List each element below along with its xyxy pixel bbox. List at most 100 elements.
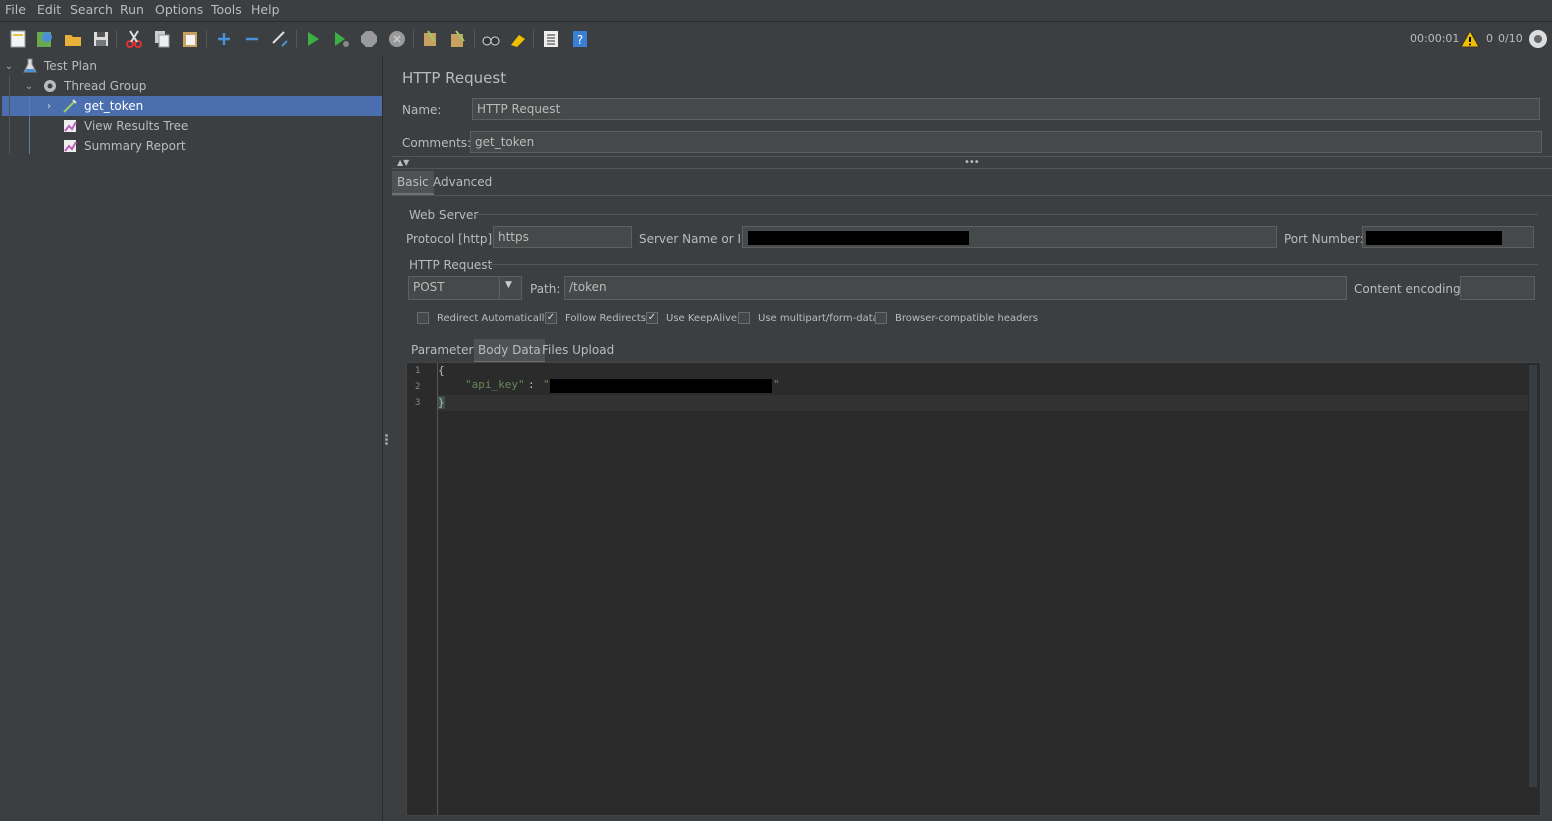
current-line-highlight <box>438 395 1528 411</box>
json-quote: " <box>773 378 780 391</box>
group-border <box>488 264 1538 265</box>
tree-selection-highlight <box>2 96 382 116</box>
chevron-down-icon[interactable]: ⌄ <box>4 61 14 72</box>
name-field[interactable]: HTTP Request <box>472 98 1540 120</box>
tab-files-upload[interactable]: Files Upload <box>542 339 614 361</box>
redacted-server-name <box>748 231 969 245</box>
start-no-pause-icon[interactable] <box>330 28 352 50</box>
comments-field[interactable]: get_token <box>470 131 1542 153</box>
divider-grip <box>385 442 388 445</box>
tree-item-label: Test Plan <box>44 59 97 73</box>
paste-icon[interactable] <box>179 28 201 50</box>
expand-icon[interactable] <box>213 28 235 50</box>
chevron-down-icon[interactable]: ⌄ <box>24 81 34 92</box>
tree-item-thread-group[interactable]: Thread Group <box>42 76 146 96</box>
svg-text:?: ? <box>577 33 583 47</box>
web-server-legend: Web Server <box>409 208 479 222</box>
protocol-field[interactable]: https <box>493 226 632 248</box>
comments-label: Comments: <box>402 136 472 150</box>
browser-compatible-headers-checkbox[interactable] <box>875 312 887 324</box>
open-icon[interactable] <box>62 28 84 50</box>
tab-basic[interactable]: Basic <box>392 171 434 195</box>
use-multipart-checkbox[interactable] <box>738 312 750 324</box>
checkbox-label: Use multipart/form-data <box>758 313 879 324</box>
gear-icon <box>44 80 56 92</box>
tree-item-summary-report[interactable]: Summary Report <box>62 136 186 156</box>
chevron-right-icon[interactable]: › <box>44 101 54 112</box>
toolbar-separator <box>296 30 297 48</box>
listener-chart-icon <box>64 140 77 152</box>
toolbar: ? 00:00:01 0 0/10 <box>0 21 1552 57</box>
editor-scrollbar[interactable] <box>1529 365 1537 787</box>
menu-run[interactable]: Run <box>120 2 144 17</box>
json-colon: : <box>528 378 542 391</box>
use-keepalive-checkbox[interactable]: ✓ <box>646 312 658 324</box>
toolbar-separator <box>474 30 475 48</box>
help-icon[interactable]: ? <box>569 28 591 50</box>
copy-icon[interactable] <box>151 28 173 50</box>
menu-edit[interactable]: Edit <box>37 2 61 17</box>
json-key: "api_key" <box>465 378 525 391</box>
cut-icon[interactable] <box>123 28 145 50</box>
test-plan-tree: ⌄ Test Plan ⌄ Thread Group › get_token V… <box>0 56 383 821</box>
tab-parameters[interactable]: Parameters <box>411 339 480 361</box>
menu-help[interactable]: Help <box>251 2 280 17</box>
toolbar-separator <box>206 30 207 48</box>
panel-title: HTTP Request <box>402 69 507 87</box>
templates-icon[interactable] <box>34 28 56 50</box>
content-encoding-field[interactable] <box>1460 276 1535 300</box>
warning-icon[interactable] <box>1459 28 1481 50</box>
json-close-brace: } <box>438 396 445 409</box>
tree-item-test-plan[interactable]: Test Plan <box>22 56 97 76</box>
new-icon[interactable] <box>7 28 29 50</box>
port-number-label: Port Number: <box>1284 232 1364 246</box>
chevron-down-icon[interactable]: ▼ <box>505 280 512 290</box>
redirect-automatically-checkbox[interactable] <box>417 312 429 324</box>
search-icon[interactable] <box>480 28 502 50</box>
function-helper-icon[interactable] <box>540 28 562 50</box>
clear-all-icon[interactable] <box>447 28 469 50</box>
follow-redirects-checkbox[interactable]: ✓ <box>545 312 557 324</box>
toggle-icon[interactable] <box>269 28 291 50</box>
menu-options[interactable]: Options <box>155 2 203 17</box>
tree-item-view-results-tree[interactable]: View Results Tree <box>62 116 188 136</box>
elapsed-time: 00:00:01 <box>1410 32 1460 45</box>
line-number: 1 <box>415 366 421 376</box>
tree-item-get-token[interactable]: get_token <box>62 96 143 116</box>
line-number-gutter: 1 2 3 <box>407 363 438 815</box>
group-border <box>474 214 1538 215</box>
start-icon[interactable] <box>302 28 324 50</box>
tree-item-label: View Results Tree <box>84 119 189 133</box>
select-divider <box>499 277 500 299</box>
method-value: POST <box>413 280 445 294</box>
path-field[interactable]: /token <box>564 276 1347 300</box>
divider-grip <box>385 434 388 437</box>
menu-search[interactable]: Search <box>70 2 113 17</box>
sampler-pipette-icon <box>63 99 77 113</box>
menu-file[interactable]: File <box>5 2 26 17</box>
menu-bar: File Edit Search Run Options Tools Help <box>0 0 1552 20</box>
drag-handle-icon[interactable]: ••• <box>964 157 980 168</box>
content-encoding-label: Content encoding: <box>1354 282 1465 296</box>
tree-item-label: Thread Group <box>64 79 147 93</box>
tab-advanced[interactable]: Advanced <box>433 171 492 193</box>
collapse-icon[interactable] <box>241 28 263 50</box>
flask-icon <box>23 58 37 73</box>
tree-item-label: get_token <box>84 99 144 113</box>
line-number: 2 <box>415 382 421 392</box>
tab-body-data[interactable]: Body Data <box>474 339 545 363</box>
divider <box>392 168 1552 169</box>
checkbox-label: Browser-compatible headers <box>895 313 1038 324</box>
body-data-editor[interactable]: 1 2 3 { "api_key" : " " } <box>406 362 1541 816</box>
shutdown-icon[interactable] <box>386 28 408 50</box>
checkbox-label: Follow Redirects <box>565 313 646 324</box>
toolbar-separator <box>533 30 534 48</box>
clear-icon[interactable] <box>419 28 441 50</box>
json-quote: " <box>543 378 550 391</box>
menu-tools[interactable]: Tools <box>211 2 242 17</box>
log-viewer-icon[interactable] <box>1527 28 1549 50</box>
collapse-arrows-icon[interactable]: ▲▼ <box>397 158 409 167</box>
stop-icon[interactable] <box>358 28 380 50</box>
reset-search-icon[interactable] <box>507 28 529 50</box>
save-icon[interactable] <box>90 28 112 50</box>
